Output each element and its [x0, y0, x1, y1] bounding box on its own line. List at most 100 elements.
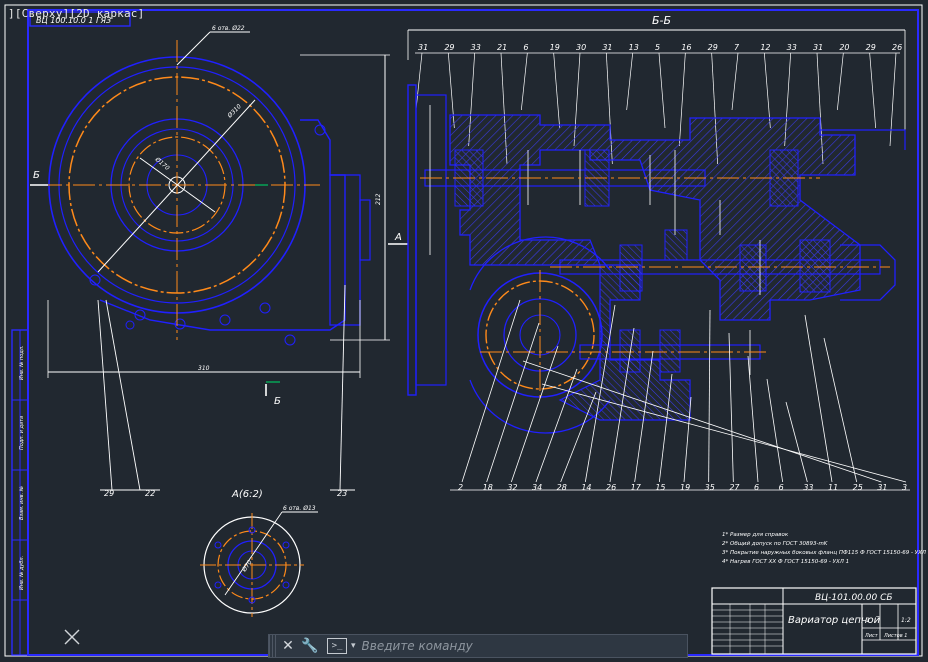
svg-text:1: 1 — [866, 617, 870, 624]
callout-bottom-27: 27 — [729, 483, 740, 492]
section-title: Б-Б — [652, 14, 671, 27]
callout-top-7: 7 — [734, 43, 740, 52]
view-marker-a: А — [394, 232, 402, 243]
callout-top-5: 5 — [655, 43, 660, 52]
callout-bottom-leader — [766, 378, 784, 483]
callout-bottom-6: 6 — [779, 483, 784, 492]
callout-top-12: 12 — [760, 43, 770, 52]
svg-text:29: 29 — [104, 489, 114, 498]
command-prompt-icon[interactable]: >_ — [327, 638, 347, 654]
wrench-icon[interactable]: 🔧 — [299, 635, 321, 657]
callout-top-16: 16 — [681, 43, 691, 52]
command-line: ✕ 🔧 >_ ▾ — [268, 634, 688, 658]
command-line-grip[interactable] — [269, 635, 277, 657]
title-block: ВЦ-101.00.00 СБ Вариатор цепной 1 1:2 Ли… — [711, 587, 917, 655]
callout-bottom-leader — [486, 322, 540, 483]
svg-text:6 отв. Ø13: 6 отв. Ø13 — [283, 505, 316, 512]
ucs-icon — [64, 629, 80, 645]
callout-top-31: 31 — [813, 43, 823, 52]
callout-top-31: 31 — [602, 43, 612, 52]
callout-top-leader — [553, 52, 561, 129]
callout-bottom-leader — [708, 309, 711, 483]
callout-bottom-15: 15 — [655, 483, 665, 492]
svg-text:Листов 1: Листов 1 — [883, 633, 907, 639]
callout-bottom-leader — [747, 355, 759, 483]
callout-top-26: 26 — [892, 43, 902, 52]
callout-top-33: 33 — [787, 43, 797, 52]
callout-top-6: 6 — [523, 43, 528, 52]
callout-bottom-35: 35 — [705, 483, 715, 492]
callout-top-31: 31 — [418, 43, 428, 52]
callout-top-leader — [889, 52, 897, 147]
designation: ВЦ-101.00.00 СБ — [815, 593, 893, 603]
svg-text:2* Общий допуск по ГОСТ 30893-: 2* Общий допуск по ГОСТ 30893-mK — [722, 541, 828, 547]
callout-bottom-18: 18 — [483, 483, 493, 492]
callout-bottom-25: 25 — [853, 483, 863, 492]
chevron-down-icon[interactable]: ▾ — [351, 641, 356, 651]
callout-bottom-11: 11 — [828, 483, 838, 492]
tech-notes: 1* Размер для справок 2* Общий допуск по… — [722, 532, 926, 565]
callout-bottom-leader — [522, 360, 882, 483]
left-view: 6 отв. Ø22 Ø310 Ø170 212 310 Б Б А 29 22… — [30, 25, 408, 498]
callout-bottom-26: 26 — [606, 483, 616, 492]
svg-text:3* Покрытие наружных боковых ф: 3* Покрытие наружных боковых фланц ПФ115… — [722, 550, 926, 556]
callout-top-leader — [678, 52, 686, 147]
callout-bottom-3: 3 — [902, 483, 907, 492]
callout-bottom-leader — [804, 314, 833, 483]
callout-bottom-leader — [535, 368, 578, 483]
svg-text:Инв. № подл.: Инв. № подл. — [19, 346, 25, 381]
svg-text:Лист: Лист — [864, 633, 879, 639]
svg-text:23: 23 — [337, 489, 347, 498]
svg-text:4* Нагрев ГОСТ ХХ Ф ГОСТ 15150: 4* Нагрев ГОСТ ХХ Ф ГОСТ 15150-69 - УХЛ … — [722, 559, 849, 565]
callout-bottom-33: 33 — [803, 483, 813, 492]
section-marker-b-bottom: Б — [274, 396, 281, 407]
callout-bottom-leader — [541, 383, 907, 483]
svg-text:Ø310: Ø310 — [226, 103, 243, 120]
callout-bottom-leader — [510, 345, 559, 483]
command-input[interactable] — [359, 636, 687, 656]
svg-text:Подп. и дата: Подп. и дата — [19, 416, 25, 450]
callout-top-29: 29 — [866, 43, 876, 52]
callout-top-21: 21 — [497, 43, 507, 52]
close-icon[interactable]: ✕ — [277, 635, 299, 657]
callout-top-leader — [626, 52, 634, 111]
callout-top-20: 20 — [839, 43, 849, 52]
svg-text:Инв. № дубл.: Инв. № дубл. — [19, 556, 25, 590]
left-hole-note: 6 отв. Ø22 — [212, 25, 245, 32]
svg-text:1* Размер для справок: 1* Размер для справок — [722, 532, 789, 538]
drawing-viewport[interactable]: Инв. № подл. Подп. и дата Взам. инв. № И… — [0, 0, 928, 662]
cad-canvas[interactable]: Инв. № подл. Подп. и дата Взам. инв. № И… — [0, 0, 928, 662]
svg-text:22: 22 — [145, 489, 155, 498]
section-view: Б-Б 31 29 33 21 6 19 30 31 13 5 16 29 7 12 33 31 20 29 26 — [407, 14, 910, 492]
callout-bottom-leader — [728, 332, 734, 483]
callout-bottom-34: 34 — [532, 483, 542, 492]
callout-top-leader — [415, 52, 423, 111]
svg-text:212: 212 — [375, 193, 382, 205]
callout-bottom-31: 31 — [877, 483, 887, 492]
callout-top-13: 13 — [629, 43, 639, 52]
callout-top-29: 29 — [708, 43, 718, 52]
callout-bottom-32: 32 — [507, 483, 517, 492]
callout-top-leader — [520, 52, 528, 111]
callout-top-19: 19 — [550, 43, 560, 52]
callout-top-leader — [658, 52, 666, 129]
callout-bottom-28: 28 — [557, 483, 567, 492]
viewport-controls-label[interactable]: ][Сверху][2D каркас] — [8, 7, 144, 20]
bottom-callouts: 2 18 32 34 28 14 26 17 15 19 35 27 6 6 33 11 25 31 3 — [458, 483, 907, 492]
callout-top-leader — [731, 52, 739, 111]
callout-top-30: 30 — [576, 43, 586, 52]
callout-top-33: 33 — [471, 43, 481, 52]
callout-top-leader — [836, 52, 844, 111]
callout-bottom-14: 14 — [581, 483, 591, 492]
callout-bottom-2: 2 — [458, 483, 463, 492]
callout-bottom-leader — [461, 299, 521, 483]
callout-bottom-17: 17 — [631, 483, 642, 492]
callout-top-leader — [763, 52, 771, 129]
view-a-title: А(6:2) — [231, 489, 263, 500]
svg-text:310: 310 — [198, 365, 210, 372]
section-marker-b-left: Б — [33, 170, 40, 181]
callout-bottom-leader — [785, 401, 808, 483]
svg-text:1:2: 1:2 — [901, 617, 911, 624]
callout-bottom-19: 19 — [680, 483, 690, 492]
callout-bottom-6: 6 — [754, 483, 759, 492]
